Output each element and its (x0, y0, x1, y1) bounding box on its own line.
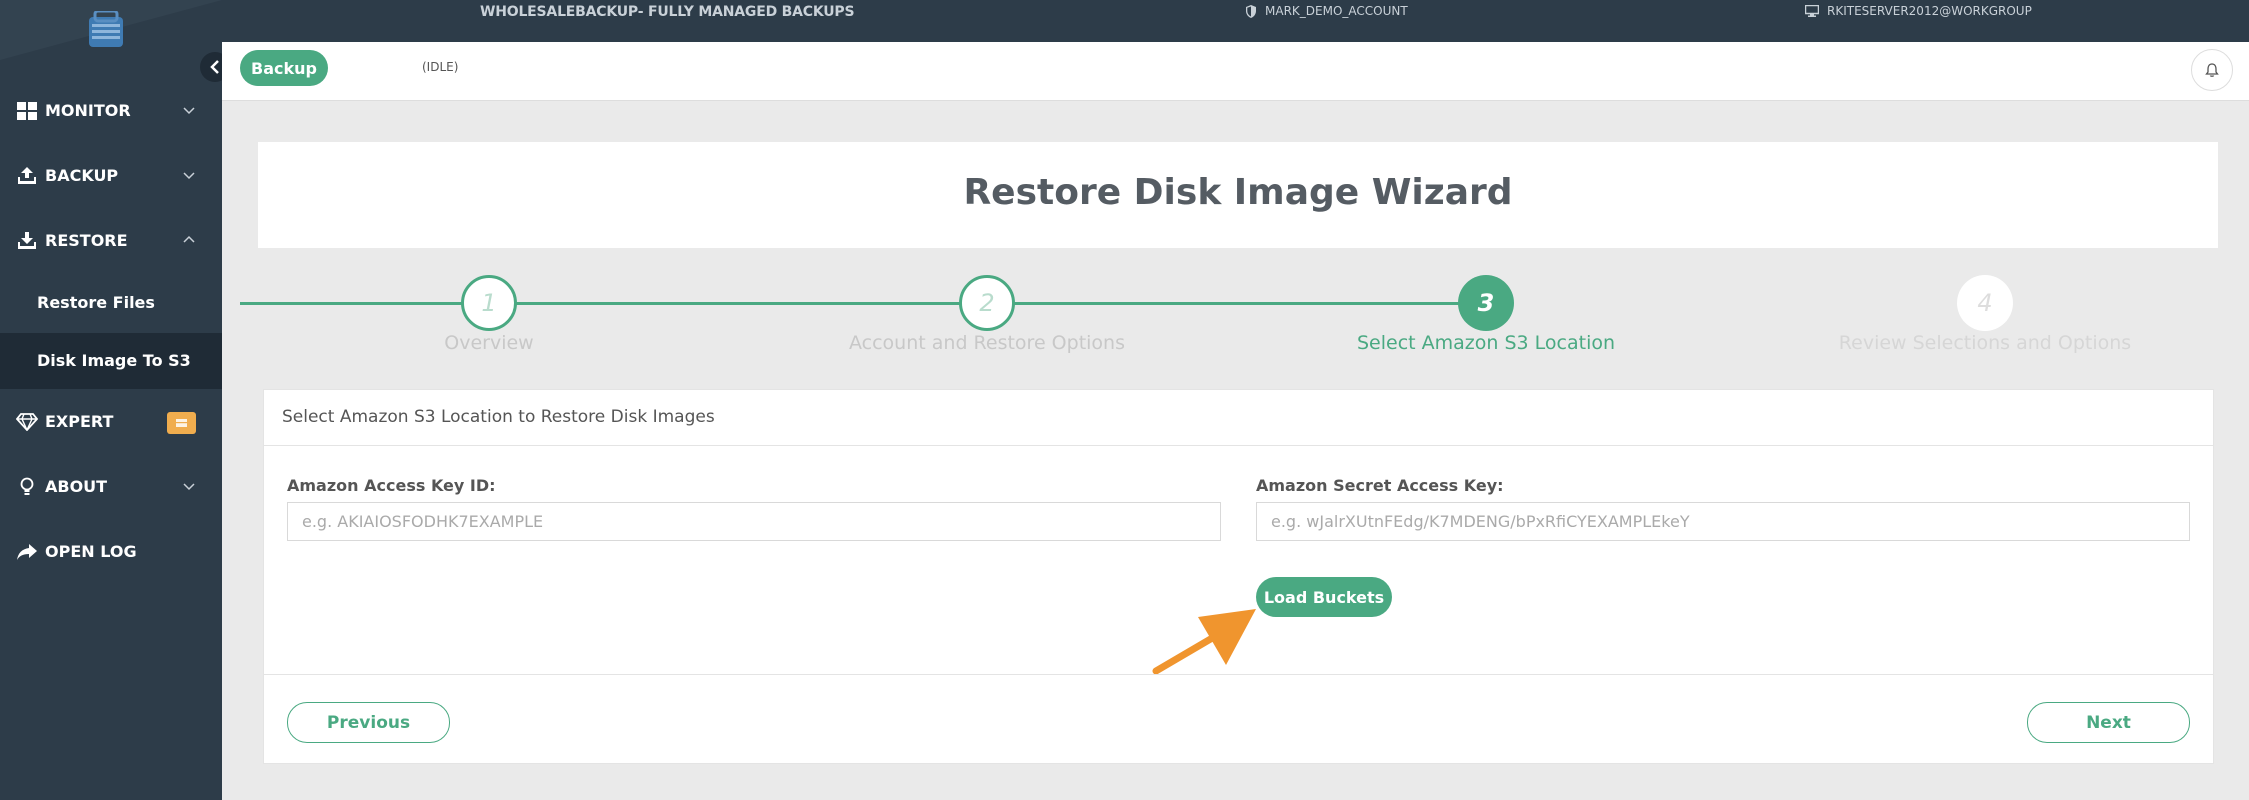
chevron-left-icon (210, 60, 219, 74)
notifications-button[interactable] (2191, 49, 2233, 91)
step-2-label: Account and Restore Options (849, 332, 1125, 354)
upload-icon (16, 166, 38, 186)
step-4-circle[interactable]: 4 (1957, 275, 2013, 331)
sidebar-item-label: ABOUT (45, 477, 108, 496)
sidebar-item-about[interactable]: ABOUT (0, 464, 222, 510)
step-2-circle[interactable]: 2 (959, 275, 1015, 331)
shield-icon (1246, 4, 1256, 18)
grid-icon (16, 101, 38, 121)
panel-footer-divider (264, 674, 2213, 675)
secret-key-input[interactable] (1256, 502, 2190, 541)
sidebar-subitem-label: Disk Image To S3 (37, 351, 191, 370)
step-1-circle[interactable]: 1 (461, 275, 517, 331)
top-bar: WHOLESALEBACKUP- FULLY MANAGED BACKUPS M… (0, 0, 2249, 42)
sidebar-subitem-label: Restore Files (37, 293, 155, 312)
wizard-stepper: 1 Overview 2 Account and Restore Options… (240, 274, 2235, 374)
sidebar-subitem-restore-files[interactable]: Restore Files (0, 275, 222, 331)
share-icon (16, 542, 38, 562)
account-indicator: MARK_DEMO_ACCOUNT (1245, 4, 1408, 18)
sidebar-item-label: BACKUP (45, 166, 119, 185)
account-name: MARK_DEMO_ACCOUNT (1265, 4, 1408, 18)
chevron-down-icon (183, 107, 195, 115)
chevron-down-icon (183, 483, 195, 491)
annotation-arrow-icon (1152, 609, 1256, 675)
panel-heading: Select Amazon S3 Location to Restore Dis… (282, 407, 715, 427)
sub-header: Backup (IDLE) (222, 42, 2249, 101)
sidebar-item-expert[interactable]: EXPERT (0, 399, 222, 445)
s3-location-panel: Select Amazon S3 Location to Restore Dis… (263, 389, 2214, 764)
logo-area (0, 0, 222, 60)
wizard-title-panel: Restore Disk Image Wizard (258, 142, 2218, 248)
sidebar-item-label: RESTORE (45, 231, 128, 250)
sidebar-item-label: OPEN LOG (45, 542, 137, 561)
page-title: Restore Disk Image Wizard (963, 172, 1513, 213)
server-indicator: RKITESERVER2012@WORKGROUP (1805, 4, 2032, 18)
expert-badge (167, 412, 196, 434)
step-1-label: Overview (444, 332, 534, 354)
secret-key-label: Amazon Secret Access Key: (1256, 476, 1504, 495)
server-name: RKITESERVER2012@WORKGROUP (1827, 4, 2032, 18)
step-4-label: Review Selections and Options (1838, 332, 2132, 354)
sidebar-item-open-log[interactable]: OPEN LOG (0, 529, 222, 575)
access-key-label: Amazon Access Key ID: (287, 476, 496, 495)
diamond-icon (16, 412, 38, 432)
step-3-label: Select Amazon S3 Location (1356, 332, 1616, 354)
sidebar-subitem-disk-image-to-s3[interactable]: Disk Image To S3 (0, 333, 222, 389)
stepper-progress-line (240, 302, 1501, 305)
step-3-circle[interactable]: 3 (1458, 275, 1514, 331)
sidebar-item-label: MONITOR (45, 101, 131, 120)
chevron-down-icon (183, 172, 195, 180)
bell-icon (2205, 62, 2219, 77)
panel-header: Select Amazon S3 Location to Restore Dis… (264, 390, 2213, 446)
backup-button[interactable]: Backup (240, 50, 328, 86)
previous-button[interactable]: Previous (287, 702, 450, 743)
logo-icon (89, 11, 123, 47)
sidebar: MONITOR BACKUP RESTORE Restore Files Dis… (0, 0, 222, 800)
sidebar-item-label: EXPERT (45, 412, 114, 431)
monitor-icon (1805, 5, 1819, 17)
download-icon (16, 231, 38, 251)
lightbulb-icon (16, 477, 38, 497)
next-button[interactable]: Next (2027, 702, 2190, 743)
load-buckets-button[interactable]: Load Buckets (1256, 577, 1392, 617)
status-text: (IDLE) (422, 60, 459, 74)
access-key-input[interactable] (287, 502, 1221, 541)
sidebar-item-monitor[interactable]: MONITOR (0, 88, 222, 134)
chevron-up-icon (183, 235, 195, 243)
sidebar-item-restore[interactable]: RESTORE (0, 218, 222, 264)
flag-icon (176, 419, 187, 427)
app-title: WHOLESALEBACKUP- FULLY MANAGED BACKUPS (480, 4, 855, 20)
sidebar-item-backup[interactable]: BACKUP (0, 153, 222, 199)
